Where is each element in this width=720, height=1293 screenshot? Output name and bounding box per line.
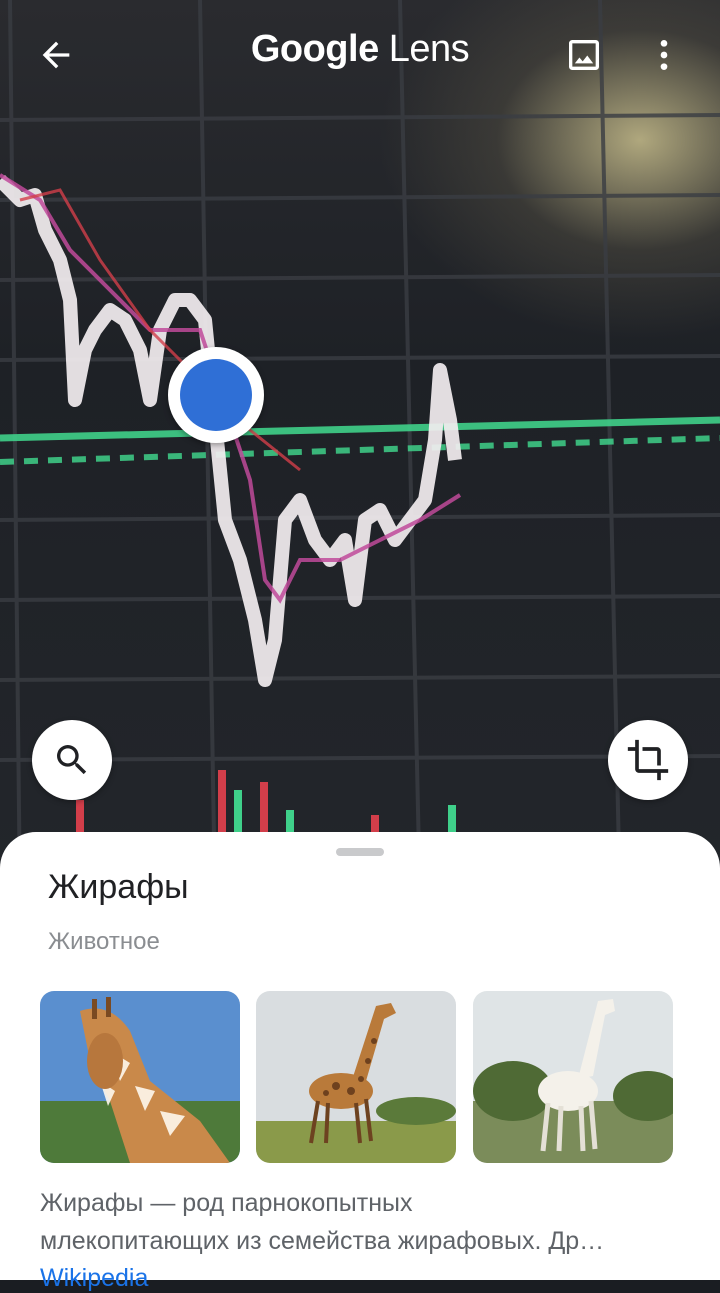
giraffe-standing-image	[256, 991, 456, 1163]
selection-dot-fill	[180, 359, 252, 431]
more-vert-icon	[660, 40, 668, 70]
result-description: Жирафы — род парнокопытных млекопитающих…	[40, 1184, 680, 1260]
giraffe-closeup-image	[40, 991, 240, 1163]
top-app-bar: Google Lens	[0, 0, 720, 110]
result-title: Жирафы	[48, 868, 189, 906]
white-giraffe-image	[473, 991, 673, 1163]
giraffe-standing-thumbnail[interactable]	[256, 991, 456, 1163]
description-line-1: Жирафы — род парнокопытных	[40, 1189, 413, 1217]
search-button[interactable]	[32, 720, 112, 800]
app-title: Google Lens	[0, 28, 720, 71]
crop-button[interactable]	[608, 720, 688, 800]
white-giraffe-thumbnail[interactable]	[473, 991, 673, 1163]
image-carousel	[40, 991, 680, 1163]
gallery-button[interactable]	[556, 27, 612, 83]
more-options-button[interactable]	[636, 27, 692, 83]
sheet-drag-handle[interactable]	[336, 848, 384, 856]
camera-viewfinder[interactable]: Google Lens	[0, 0, 720, 900]
wikipedia-source-link[interactable]: Wikipedia	[40, 1264, 148, 1293]
image-icon	[569, 40, 599, 70]
object-selection-dot[interactable]	[168, 347, 264, 443]
search-icon	[57, 745, 87, 775]
crop-icon	[627, 739, 669, 781]
giraffe-closeup-thumbnail[interactable]	[40, 991, 240, 1163]
app-title-product: Lens	[388, 28, 470, 70]
result-bottom-sheet[interactable]: Жирафы Животное Жирафы — род парнокопытн…	[0, 832, 720, 1292]
result-subtitle: Животное	[48, 928, 160, 955]
description-line-2: млекопитающих из семейства жирафовых. Др…	[40, 1227, 605, 1255]
app-title-brand: Google	[250, 28, 379, 70]
